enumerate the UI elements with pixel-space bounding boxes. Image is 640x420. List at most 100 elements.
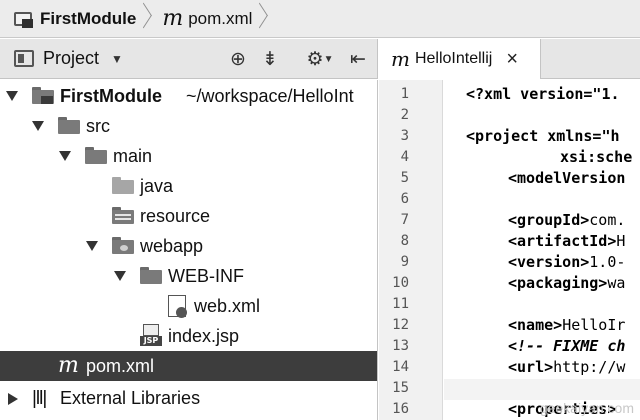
line-number: 7: [400, 212, 409, 228]
expand-arrow-icon[interactable]: [32, 121, 44, 131]
tree-item-label: java: [140, 175, 174, 196]
project-toolbar: Project ▼ ⊕ ⇟ ⚙ ▼ ⇤: [0, 39, 378, 79]
code-line: <packaging>wa: [508, 274, 625, 292]
breadcrumb: FirstModule m pom.xml: [0, 0, 640, 38]
project-icon: [14, 50, 34, 67]
tree-item-java[interactable]: java: [0, 171, 377, 201]
collapsed-arrow-icon[interactable]: [8, 393, 18, 405]
code-line: <name>HelloIr: [508, 316, 625, 334]
tree-item-web-inf[interactable]: WEB-INF: [0, 261, 377, 291]
module-folder-icon: [32, 87, 54, 104]
line-number: 13: [392, 338, 409, 354]
tree-item-label: webapp: [140, 235, 204, 256]
locate-target-icon[interactable]: ⊕: [226, 47, 250, 71]
project-tree: FirstModule ~/workspace/HelloInt src mai…: [0, 80, 378, 420]
breadcrumb-file[interactable]: m pom.xml: [154, 0, 270, 38]
tree-item-resource[interactable]: resource: [0, 201, 377, 231]
editor-tab-label: HelloIntellij: [414, 50, 493, 67]
breadcrumb-file-label: pom.xml: [188, 8, 253, 28]
folder-icon: [112, 177, 134, 194]
line-number: 15: [392, 380, 409, 396]
line-number: 6: [400, 191, 409, 207]
editor-tab-bar: m HelloIntellij ×: [379, 39, 640, 79]
tree-item-src[interactable]: src: [0, 111, 377, 141]
expand-arrow-icon[interactable]: [86, 241, 98, 251]
expand-arrow-icon[interactable]: [114, 271, 126, 281]
line-number: 11: [392, 296, 409, 312]
hide-panel-icon[interactable]: ⇤: [346, 47, 370, 71]
module-icon: [14, 10, 34, 28]
module-path: ~/workspace/HelloInt: [186, 85, 354, 106]
line-number: 2: [400, 107, 409, 123]
line-number: 10: [392, 275, 409, 291]
xml-tag: <name>: [508, 316, 563, 334]
breadcrumb-module[interactable]: FirstModule: [0, 0, 154, 38]
web-folder-icon: [112, 237, 134, 254]
xml-value: 1.0-: [589, 253, 626, 271]
watermark: geekaiyan.com: [539, 400, 634, 416]
collapse-all-icon[interactable]: ⇟: [258, 47, 282, 71]
xml-value: wa: [607, 274, 626, 292]
xml-tag: <artifactId>: [508, 232, 617, 250]
xml-tag: <packaging>: [508, 274, 608, 292]
expand-arrow-icon[interactable]: [6, 91, 18, 101]
tree-item-label: pom.xml: [86, 355, 155, 376]
xml-value: com.: [589, 211, 626, 229]
line-number: 3: [400, 128, 409, 144]
code-line: <?xml version="1.: [466, 85, 620, 103]
tree-item-external-libraries[interactable]: |ll| External Libraries: [0, 383, 377, 413]
code-line: <groupId>com.: [508, 211, 625, 229]
tree-item-pom-xml[interactable]: m pom.xml: [0, 351, 377, 381]
line-number-gutter: 1 2 3 4 5 6 7 8 9 10 11 12 13 14 15 16: [379, 80, 443, 420]
line-number: 4: [400, 149, 409, 165]
code-line: <url>http://w: [508, 358, 625, 376]
xml-tag: <url>: [508, 358, 554, 376]
gear-icon[interactable]: ⚙ ▼: [303, 47, 337, 71]
maven-icon: m: [58, 353, 79, 378]
folder-icon: [140, 267, 162, 284]
chevron-right-icon: [140, 0, 154, 38]
libraries-icon: |ll|: [32, 388, 47, 409]
tree-item-label: index.jsp: [168, 325, 240, 346]
xml-value: H: [616, 232, 626, 250]
expand-arrow-icon[interactable]: [59, 151, 71, 161]
maven-icon: m: [391, 47, 410, 71]
tree-item-label: resource: [140, 205, 211, 226]
maven-icon: m: [162, 5, 184, 31]
code-line: <modelVersion: [508, 169, 626, 187]
tree-item-main[interactable]: main: [0, 141, 377, 171]
tree-item-webapp[interactable]: webapp: [0, 231, 377, 261]
tree-item-web-xml[interactable]: web.xml: [0, 291, 377, 321]
xml-file-icon: [168, 295, 187, 318]
line-number: 5: [400, 170, 409, 186]
folder-icon: [85, 147, 107, 164]
xml-tag: <groupId>: [508, 211, 590, 229]
xml-tag: <project: [466, 127, 539, 145]
code-line: xsi:sche: [560, 148, 633, 166]
line-number: 8: [400, 233, 409, 249]
tab-hellointellij[interactable]: m HelloIntellij ×: [379, 39, 541, 79]
tree-item-label: web.xml: [194, 295, 261, 316]
code-line: <artifactId>H: [508, 232, 625, 250]
tree-item-label: WEB-INF: [168, 265, 244, 286]
line-number: 12: [392, 317, 409, 333]
project-view-selector[interactable]: Project ▼: [0, 48, 123, 69]
tree-item-index-jsp[interactable]: JSP index.jsp: [0, 321, 377, 351]
resource-folder-icon: [112, 207, 134, 224]
code-editor[interactable]: <?xml version="1. <project xmlns="h xsi:…: [444, 80, 640, 420]
project-title: Project: [43, 48, 100, 68]
tree-item-firstmodule[interactable]: FirstModule ~/workspace/HelloInt: [0, 81, 377, 111]
current-line-highlight: [444, 379, 640, 400]
tree-item-label: src: [86, 115, 110, 136]
code-line: <project xmlns="h: [466, 127, 620, 145]
line-number: 14: [392, 359, 409, 375]
tree-item-label: main: [113, 145, 153, 166]
xml-value: HelloIr: [562, 316, 626, 334]
jsp-file-icon: JSP: [140, 324, 162, 347]
line-number: 9: [400, 254, 409, 270]
code-comment: <!-- FIXME ch: [508, 337, 626, 355]
folder-icon: [58, 117, 80, 134]
xml-attr: xmlns="h: [538, 127, 620, 145]
close-icon[interactable]: ×: [506, 48, 518, 71]
chevron-right-icon: [256, 0, 270, 38]
